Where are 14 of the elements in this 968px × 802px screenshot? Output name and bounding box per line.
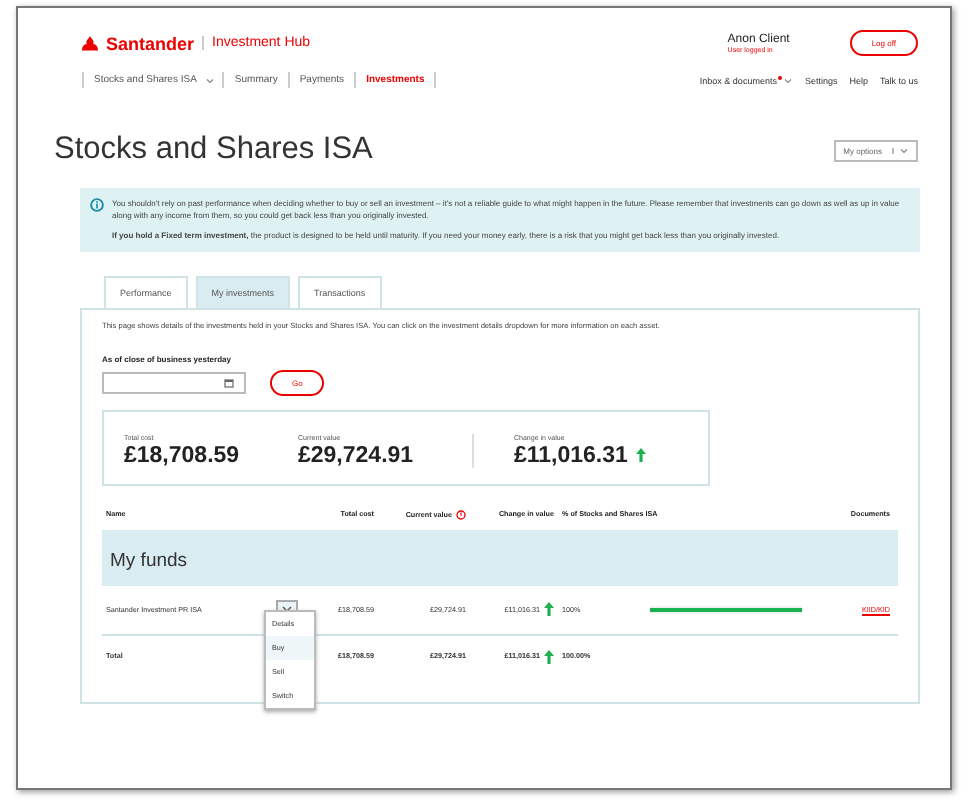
summary-value: £29,724.91 <box>298 443 414 468</box>
caret-icon <box>900 147 908 153</box>
group-title: My funds <box>110 549 188 572</box>
info-icon <box>90 198 104 212</box>
summary-value: £11,016.31 <box>514 443 628 468</box>
page-title: Stocks and Shares ISA <box>54 132 373 168</box>
calendar-icon <box>224 377 234 388</box>
brand-name: Santander <box>106 33 195 53</box>
summary-value: £18,708.59 <box>124 443 240 468</box>
date-field[interactable] <box>102 371 246 394</box>
flame-logo-icon <box>82 35 98 51</box>
caret-icon <box>206 77 215 83</box>
caret-icon <box>784 77 793 83</box>
warning-icon <box>456 509 466 520</box>
